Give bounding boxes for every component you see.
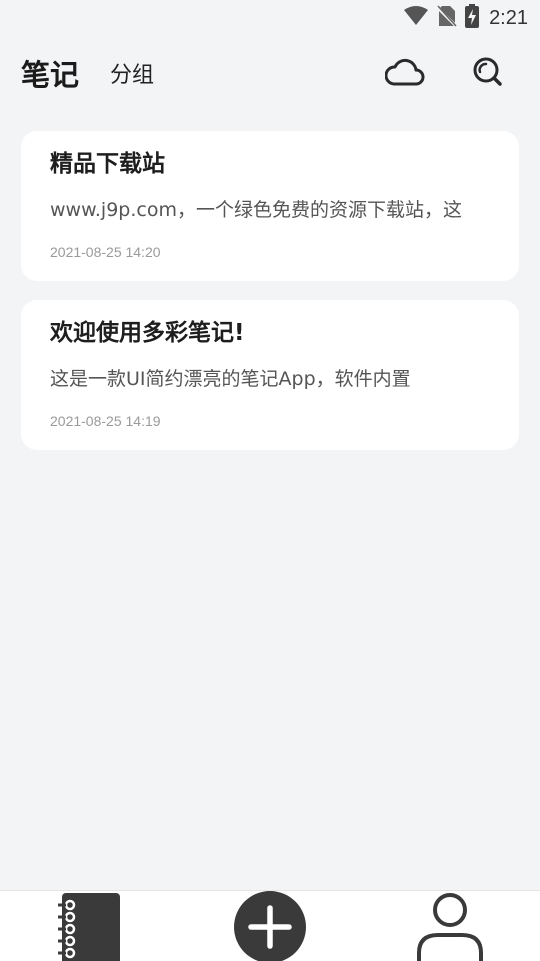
note-preview: www.j9p.com，一个绿色免费的资源下载站，这: [50, 199, 462, 221]
note-card[interactable]: 欢迎使用多彩笔记! 这是一款UI简约漂亮的笔记App，软件内置 2021-08-…: [21, 300, 519, 450]
page-title: 笔记: [21, 58, 80, 92]
no-sim-icon: [436, 5, 459, 31]
profile-icon: [414, 893, 486, 961]
note-timestamp: 2021-08-25 14:20: [50, 244, 161, 260]
note-title: 精品下载站: [50, 151, 165, 177]
status-bar: 2:21: [0, 0, 540, 36]
note-timestamp: 2021-08-25 14:19: [50, 413, 161, 429]
status-icons: 2:21: [403, 4, 528, 32]
tab-groups[interactable]: 分组: [110, 61, 154, 91]
notebook-icon: [56, 893, 124, 961]
wifi-icon: [403, 6, 429, 30]
search-button[interactable]: [466, 52, 510, 96]
cloud-icon: [384, 57, 425, 91]
battery-charging-icon: [465, 4, 480, 32]
note-card[interactable]: 精品下载站 www.j9p.com，一个绿色免费的资源下载站，这 2021-08…: [21, 131, 519, 281]
bottom-navigation: [0, 890, 540, 961]
note-title: 欢迎使用多彩笔记!: [50, 320, 245, 346]
nav-notes-button[interactable]: [56, 891, 124, 961]
cloud-sync-button[interactable]: [383, 52, 427, 96]
add-icon: [233, 891, 307, 961]
add-note-button[interactable]: [233, 891, 307, 961]
note-preview: 这是一款UI简约漂亮的笔记App，软件内置: [50, 368, 411, 390]
status-time: 2:21: [489, 6, 528, 29]
nav-profile-button[interactable]: [414, 891, 486, 961]
search-icon: [472, 56, 504, 92]
app-header: 笔记 分组: [0, 52, 540, 100]
